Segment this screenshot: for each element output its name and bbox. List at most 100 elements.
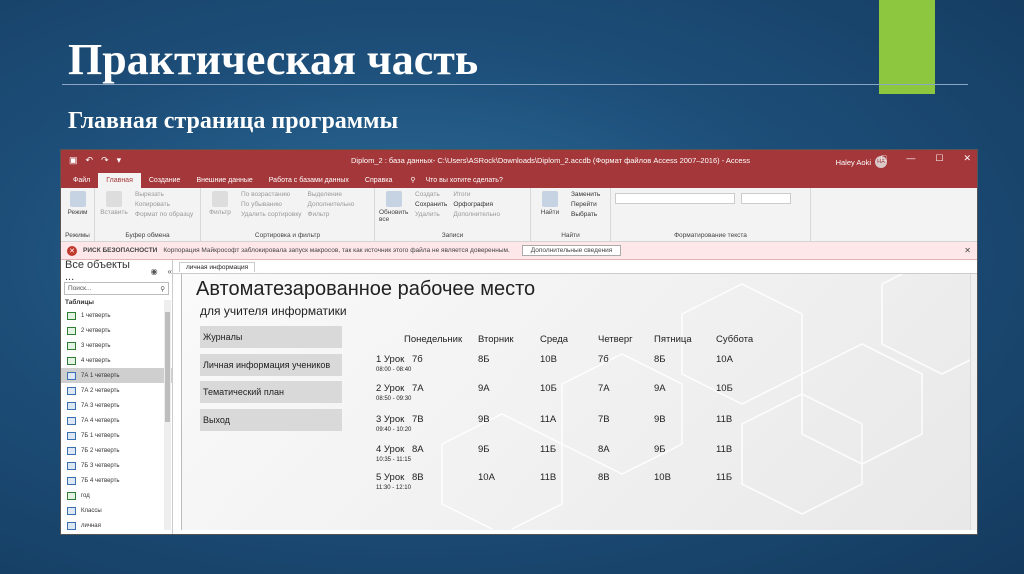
nav-item-label: 7А 3 четверть [81,402,120,409]
more-records-button[interactable]: Дополнительно [453,211,500,218]
save-icon[interactable]: ▣ [69,155,78,166]
tab-external-data[interactable]: Внешние данные [188,177,260,188]
schedule-cell: 8В [598,472,610,483]
nav-item[interactable]: 7Б 2 четверть [61,443,172,458]
select-button[interactable]: Выбрать [571,211,600,218]
tab-home[interactable]: Главная [98,173,141,188]
nav-item[interactable]: 2 четверть [61,323,172,338]
nav-item[interactable]: 7А 3 четверть [61,398,172,413]
slide-subtitle: Главная страница программы [68,108,399,134]
totals-button[interactable]: Итоги [453,191,500,198]
linked-table-icon [67,326,76,335]
table-icon [67,401,76,410]
advanced-filter-button[interactable]: Дополнительно [308,201,355,208]
goto-button[interactable]: Перейти [571,201,600,208]
copy-button[interactable]: Копировать [135,201,193,208]
journals-button[interactable]: Журналы [200,326,342,348]
schedule-cell: 7А [598,383,610,394]
font-size-select[interactable] [741,193,791,204]
new-record-button[interactable]: Создать [415,191,447,198]
format-painter-button[interactable]: Формат по образцу [135,211,193,218]
title-bar: ▣ ↶ ↷ ▾ Diplom_2 : база данных- C:\Users… [61,150,977,170]
nav-item[interactable]: 7Б 1 четверть [61,428,172,443]
replace-button[interactable]: Заменить [571,191,600,198]
sort-ascending-button[interactable]: По возрастанию [241,191,302,198]
user-account[interactable]: Haley Aoki HA [836,156,887,168]
nav-list: 1 четверть 2 четверть 3 четверть 4 четверть… [61,308,172,533]
tell-me-box[interactable]: ⚲ Что вы хотите сделать? [400,176,518,188]
lesson-name: 4 Урок [376,444,405,455]
font-select[interactable] [615,193,735,204]
refresh-icon [386,191,402,207]
nav-item[interactable]: 7А 2 четверть [61,383,172,398]
navigation-pane: Все объекты ... ◉ « Поиск... ⚲ Таблицы 1… [61,259,173,534]
scroll-thumb[interactable] [165,312,170,422]
nav-item[interactable]: год [61,488,172,503]
table-icon [67,416,76,425]
security-title: РИСК БЕЗОПАСНОСТИ [83,247,158,254]
nav-section-tables[interactable]: Таблицы [61,295,172,308]
remove-sort-button[interactable]: Удалить сортировку [241,211,302,218]
access-window: ▣ ↶ ↷ ▾ Diplom_2 : база данных- C:\Users… [60,149,978,535]
nav-search-input[interactable]: Поиск... ⚲ [64,282,169,295]
nav-item[interactable]: личная [61,518,172,533]
toggle-filter-button[interactable]: Фильтр [308,211,355,218]
nav-scrollbar[interactable] [164,300,171,530]
cut-button[interactable]: Вырезать [135,191,193,198]
lesson-time: 08:00 - 08:40 [376,367,412,373]
nav-pane-header[interactable]: Все объекты ... ◉ « [61,259,172,283]
redo-icon[interactable]: ↷ [101,155,109,166]
sort-descending-button[interactable]: По убыванию [241,201,302,208]
ribbon-display-icon[interactable]: □ [881,153,886,164]
nav-item[interactable]: 3 четверть [61,338,172,353]
nav-item[interactable]: 7Б 3 четверть [61,458,172,473]
refresh-label: Обновить все [379,209,409,223]
spelling-button[interactable]: Орфография [453,201,500,208]
day-header: Среда [540,334,569,345]
nav-item[interactable]: 7Б 4 четверть [61,473,172,488]
maximize-icon[interactable]: ☐ [935,153,943,164]
nav-item-label: 7Б 3 четверть [81,462,120,469]
selection-button[interactable]: Выделение [308,191,355,198]
group-label-sort-filter: Сортировка и фильтр [254,232,321,239]
nav-item-label: 7А 2 четверть [81,387,120,394]
tab-create[interactable]: Создание [141,177,189,188]
tab-personal-info[interactable]: личная информация [179,261,256,272]
view-label: Режим [67,209,88,216]
nav-item[interactable]: 7А 1 четверть [61,368,172,383]
save-record-button[interactable]: Сохранить [415,201,447,208]
user-name: Haley Aoki [835,157,871,167]
nav-item[interactable]: Классы [61,503,172,518]
student-info-button[interactable]: Личная информация учеников [200,354,342,376]
collapse-icon[interactable]: « [168,267,172,276]
schedule-cell: 9В [654,414,666,425]
lesson-name: 3 Урок [376,414,405,425]
schedule-cell: 11Б [540,444,557,455]
minimize-icon[interactable]: — [906,153,915,164]
tab-help[interactable]: Справка [357,177,400,188]
tab-database-tools[interactable]: Работа с базами данных [261,177,357,188]
window-controls: □ — ☐ ✕ [881,153,971,164]
table-icon [67,446,76,455]
ribbon: Режим Режимы Вставить Вырезать Копироват… [61,188,977,242]
tab-file[interactable]: Файл [65,177,98,188]
undo-icon[interactable]: ↶ [86,155,94,166]
delete-record-button[interactable]: Удалить [415,211,447,218]
more-info-button[interactable]: Дополнительные сведения [521,245,622,256]
exit-button[interactable]: Выход [200,409,342,431]
customize-chevron-icon[interactable]: ▾ [117,155,122,166]
slide-title: Практическая часть [68,35,479,84]
day-header: Четверг [598,334,633,345]
nav-item[interactable]: 1 четверть [61,308,172,323]
close-icon[interactable]: ✕ [963,153,971,164]
nav-item[interactable]: 4 четверть [61,353,172,368]
nav-item[interactable]: 7А 4 четверть [61,413,172,428]
close-icon[interactable]: ✕ [964,246,971,255]
thematic-plan-button[interactable]: Тематический план [200,381,342,403]
form-title: Автоматезарованное рабочее место [196,278,536,300]
form-scrollbar[interactable] [970,274,977,530]
view-icon [69,191,86,207]
group-label-views: Режимы [65,232,90,239]
group-label-text-formatting: Форматирование текста [674,232,747,239]
chevron-down-icon[interactable]: ◉ [151,267,158,276]
